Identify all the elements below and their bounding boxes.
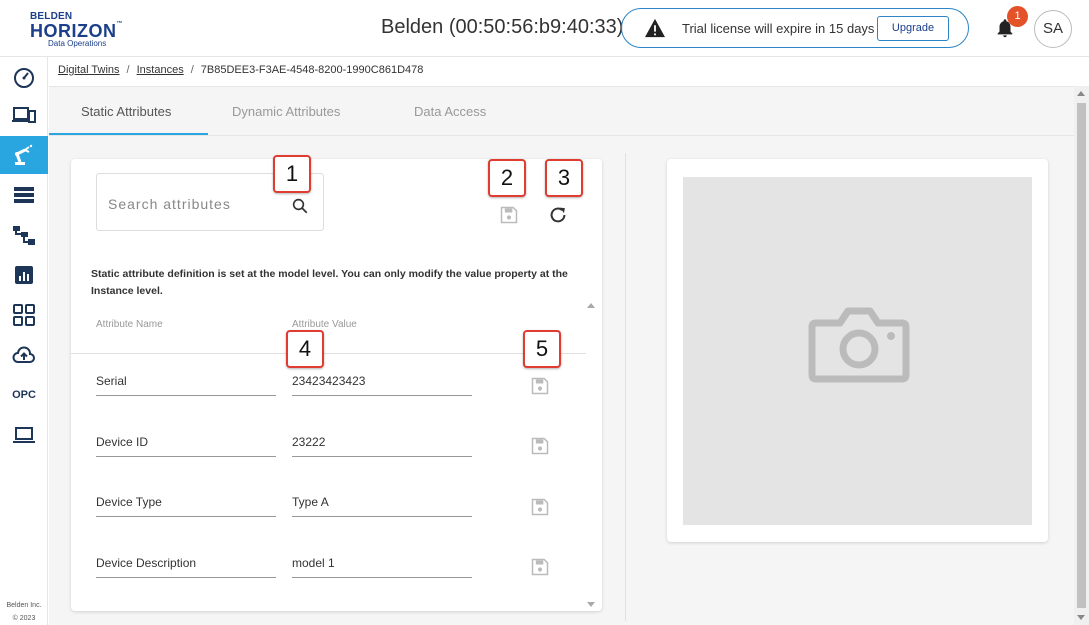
belden-horizon-logo[interactable]: BELDEN HORIZON™ Data Operations: [28, 9, 128, 49]
row-save-icon[interactable]: [530, 497, 550, 517]
copyright-year: © 2023: [12, 615, 36, 622]
opc-label: OPC: [12, 389, 36, 401]
tab-data-access[interactable]: Data Access: [414, 104, 486, 119]
active-tab-indicator: [49, 133, 208, 135]
breadcrumb-separator: /: [190, 64, 194, 76]
header-divider: [71, 353, 586, 354]
sidebar-item-digital-twins[interactable]: [0, 136, 48, 174]
static-attribute-note: Static attribute definition is set at th…: [91, 268, 568, 297]
trial-message: Trial license will expire in 15 days: [682, 21, 875, 36]
scroll-down-arrow[interactable]: [1077, 615, 1085, 620]
scroll-up-arrow[interactable]: [587, 303, 595, 308]
refresh-icon[interactable]: [547, 204, 569, 226]
callout-5: 5: [523, 330, 561, 368]
search-icon[interactable]: [291, 197, 309, 215]
warning-icon: [645, 18, 665, 38]
column-header-attribute-name: Attribute Name: [96, 319, 163, 330]
sidebar-item-devices[interactable]: [0, 96, 48, 134]
list-icon: [14, 187, 34, 203]
cloud-upload-icon: [12, 346, 35, 363]
tab-bar: Static Attributes Dynamic Attributes Dat…: [49, 87, 1074, 136]
breadcrumb-current: 7B85DEE3-F3AE-4548-8200-1990C861D478: [200, 64, 424, 76]
grid-icon: [13, 304, 35, 326]
copyright-company: Belden Inc.: [6, 602, 42, 609]
tab-dynamic-attributes[interactable]: Dynamic Attributes: [232, 104, 340, 119]
callout-3: 3: [545, 159, 583, 197]
breadcrumb-digital-twins[interactable]: Digital Twins: [58, 64, 120, 76]
sidebar-item-apps[interactable]: [0, 296, 48, 334]
sidebar-item-reports[interactable]: [0, 256, 48, 294]
callout-2: 2: [488, 159, 526, 197]
laptop-icon: [13, 427, 35, 443]
report-icon: [15, 266, 33, 284]
static-attributes-card: Search attributes Static attribute defin…: [71, 159, 602, 611]
hierarchy-icon: [13, 226, 35, 245]
sidebar-item-opc[interactable]: OPC: [0, 376, 48, 414]
attribute-name-field: Device Description: [96, 556, 276, 578]
sidebar: OPC Belden Inc. © 2023: [0, 57, 48, 625]
attribute-value-field[interactable]: 23222: [292, 435, 472, 457]
row-save-icon[interactable]: [530, 376, 550, 396]
app-header: BELDEN HORIZON™ Data Operations Belden (…: [0, 0, 1089, 57]
sidebar-item-list[interactable]: [0, 176, 48, 214]
page-scrollbar[interactable]: [1074, 86, 1089, 625]
row-save-icon[interactable]: [530, 436, 550, 456]
sidebar-item-upload[interactable]: [0, 336, 48, 374]
row-save-icon[interactable]: [530, 557, 550, 577]
sidebar-item-computers[interactable]: [0, 416, 48, 454]
sidebar-item-dashboard[interactable]: [0, 58, 48, 96]
image-placeholder[interactable]: [683, 177, 1032, 525]
breadcrumb: Digital Twins / Instances / 7B85DEE3-F3AE-45…: [58, 64, 423, 76]
callout-1: 1: [273, 155, 311, 193]
robot-arm-icon: [15, 144, 33, 165]
attribute-value-field[interactable]: 23423423423: [292, 374, 472, 396]
column-header-attribute-value: Attribute Value: [292, 319, 357, 330]
scroll-up-arrow[interactable]: [1077, 91, 1085, 96]
upgrade-button[interactable]: Upgrade: [877, 16, 949, 41]
user-avatar[interactable]: SA: [1034, 10, 1072, 48]
callout-4: 4: [286, 330, 324, 368]
breadcrumb-instances[interactable]: Instances: [137, 64, 184, 76]
device-title: Belden (00:50:56:b9:40:33): [381, 16, 624, 38]
panel-divider: [625, 153, 626, 621]
scroll-down-arrow[interactable]: [587, 602, 595, 607]
notification-count-badge: 1: [1007, 6, 1028, 27]
breadcrumb-separator: /: [126, 64, 130, 76]
attribute-name-field: Device Type: [96, 495, 276, 517]
sidebar-item-hierarchy[interactable]: [0, 216, 48, 254]
attribute-value-field[interactable]: Type A: [292, 495, 472, 517]
attributes-scrollbar[interactable]: [586, 301, 596, 609]
dashboard-icon: [14, 68, 34, 88]
image-card: [667, 159, 1048, 542]
attribute-name-field: Device ID: [96, 435, 276, 457]
devices-icon: [12, 107, 36, 123]
tab-static-attributes[interactable]: Static Attributes: [81, 104, 171, 119]
scrollbar-thumb[interactable]: [1077, 103, 1086, 608]
attribute-name-field: Serial: [96, 374, 276, 396]
save-all-icon[interactable]: [499, 205, 519, 225]
attribute-value-field[interactable]: model 1: [292, 556, 472, 578]
camera-icon: [808, 307, 910, 383]
trial-banner: Trial license will expire in 15 days Upg…: [621, 8, 969, 48]
search-placeholder: Search attributes: [108, 196, 231, 212]
logo-line3: Data Operations: [48, 39, 107, 48]
